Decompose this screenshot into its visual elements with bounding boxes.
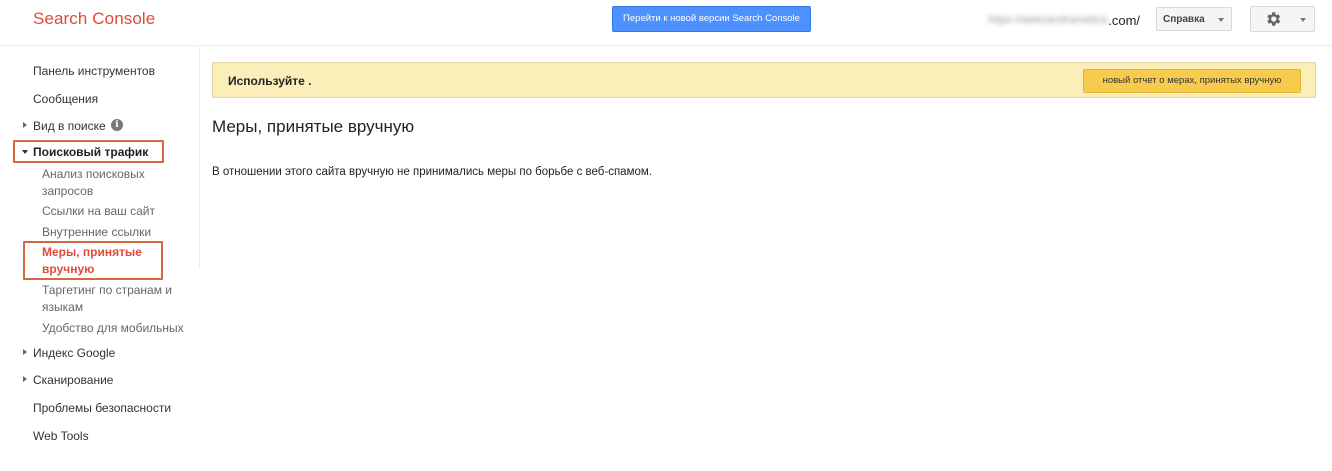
info-icon[interactable]: i	[111, 119, 123, 131]
page-title: Меры, принятые вручную	[212, 117, 415, 136]
search-analytics-line-1: Анализ поисковых	[42, 167, 145, 181]
sidebar-item-google-index[interactable]: Индекс Google	[33, 346, 115, 360]
sidebar-item-crawl[interactable]: Сканирование	[33, 373, 113, 387]
search-analytics-line-2: запросов	[42, 184, 94, 198]
manual-actions-line-1: Меры, принятые	[42, 245, 142, 259]
new-version-button[interactable]: Перейти к новой версии Search Console	[612, 6, 811, 32]
banner-text: Используйте .	[228, 74, 312, 88]
sidebar-item-search-traffic[interactable]: Поисковый трафик	[33, 145, 148, 159]
sidebar-item-dashboard[interactable]: Панель инструментов	[33, 64, 155, 78]
no-manual-actions-message: В отношении этого сайта вручную не прини…	[212, 166, 652, 178]
sidebar-item-web-tools[interactable]: Web Tools	[33, 429, 89, 443]
top-bar: Search Console Перейти к новой версии Se…	[0, 0, 1332, 46]
sidebar-item-security-issues[interactable]: Проблемы безопасности	[33, 401, 171, 415]
expand-arrow-icon[interactable]	[23, 349, 27, 355]
search-console-logo[interactable]: Search Console	[33, 9, 155, 29]
sidebar-item-messages[interactable]: Сообщения	[33, 92, 98, 106]
intl-targeting-line-2: языкам	[42, 300, 84, 314]
chevron-down-icon	[1300, 18, 1306, 22]
expand-arrow-icon[interactable]	[23, 122, 27, 128]
intl-targeting-line-1: Таргетинг по странам и	[42, 283, 173, 297]
sidebar-subitem-mobile-usability[interactable]: Удобство для мобильных	[42, 320, 184, 337]
gear-icon	[1267, 12, 1281, 26]
site-url-suffix: .com/	[1108, 12, 1141, 28]
sidebar-subitem-links-to-site[interactable]: Ссылки на ваш сайт	[42, 203, 155, 220]
new-manual-actions-report-button[interactable]: новый отчет о мерах, принятых вручную	[1083, 69, 1301, 93]
chevron-down-icon	[1218, 18, 1224, 22]
help-dropdown[interactable]: Справка	[1156, 7, 1232, 31]
site-url-blurred: https://aleksandrametica	[988, 14, 1108, 26]
site-selector[interactable]: https://aleksandrametica .com/	[988, 11, 1140, 29]
settings-button[interactable]	[1250, 6, 1315, 32]
sidebar-subitem-manual-actions[interactable]: Меры, принятые вручную	[42, 244, 142, 278]
sidebar-subitem-internal-links[interactable]: Внутренние ссылки	[42, 224, 151, 241]
help-label: Справка	[1163, 13, 1205, 25]
manual-actions-line-2: вручную	[42, 262, 95, 276]
expand-arrow-icon[interactable]	[23, 376, 27, 382]
collapse-arrow-icon[interactable]	[22, 150, 28, 154]
sidebar-subitem-search-analytics[interactable]: Анализ поисковых запросов	[42, 166, 145, 200]
new-report-banner: Используйте . новый отчет о мерах, приня…	[212, 62, 1316, 98]
sidebar-subitem-international-targeting[interactable]: Таргетинг по странам и языкам	[42, 282, 172, 316]
sidebar-item-search-appearance[interactable]: Вид в поиске	[33, 119, 106, 133]
